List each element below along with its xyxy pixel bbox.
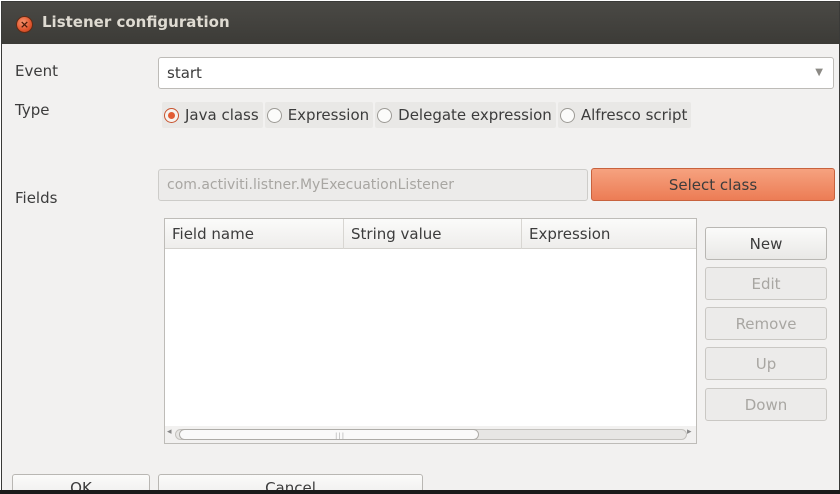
radio-unchecked-icon [266,107,282,123]
column-header-string-value[interactable]: String value [344,219,522,249]
radio-label: Delegate expression [398,106,552,124]
event-label: Event [15,62,58,80]
table-header: Field name String value Expression [165,219,696,249]
grip-icon: ||| [335,432,346,440]
scroll-right-icon[interactable]: ▸ [687,427,692,437]
edit-button[interactable]: Edit [705,267,827,300]
radio-label: Expression [287,106,370,124]
radio-checked-icon [164,107,179,123]
radio-label: Alfresco script [580,106,688,124]
radio-unchecked-icon [377,107,393,123]
column-header-field-name[interactable]: Field name [165,219,344,249]
class-name-field[interactable]: com.activiti.listner.MyExecuationListene… [158,169,588,201]
listener-configuration-dialog: × Listener configuration Event start ▼ T… [1,1,840,494]
radio-alfresco-script[interactable]: Alfresco script [557,102,692,128]
type-radio-group: Java class Expression Delegate expressio… [162,101,693,129]
title-bar[interactable]: × Listener configuration [2,2,839,44]
horizontal-scrollbar[interactable]: ◂ ||| ▸ [165,426,696,443]
radio-java-class[interactable]: Java class [162,102,263,128]
new-button[interactable]: New [705,227,827,260]
scrollbar-thumb[interactable]: ||| [179,429,479,440]
event-dropdown[interactable]: start ▼ [158,57,834,89]
scroll-left-icon[interactable]: ◂ [167,427,172,437]
down-button[interactable]: Down [705,388,827,421]
fields-table[interactable]: Field name String value Expression ◂ |||… [164,218,697,444]
remove-button[interactable]: Remove [705,307,827,340]
up-button[interactable]: Up [705,347,827,380]
radio-label: Java class [185,106,259,124]
column-header-expression[interactable]: Expression [522,219,696,249]
select-class-button[interactable]: Select class [591,168,835,201]
screen-edge [0,490,840,494]
close-icon[interactable]: × [16,16,33,33]
radio-expression[interactable]: Expression [264,102,374,128]
class-name-value: com.activiti.listner.MyExecuationListene… [167,177,454,193]
radio-unchecked-icon [559,107,575,123]
chevron-down-icon: ▼ [815,67,823,78]
type-label: Type [15,101,50,119]
radio-delegate-expression[interactable]: Delegate expression [375,102,556,128]
fields-label: Fields [15,189,58,207]
window-title: Listener configuration [42,13,230,31]
event-value: start [167,64,202,82]
